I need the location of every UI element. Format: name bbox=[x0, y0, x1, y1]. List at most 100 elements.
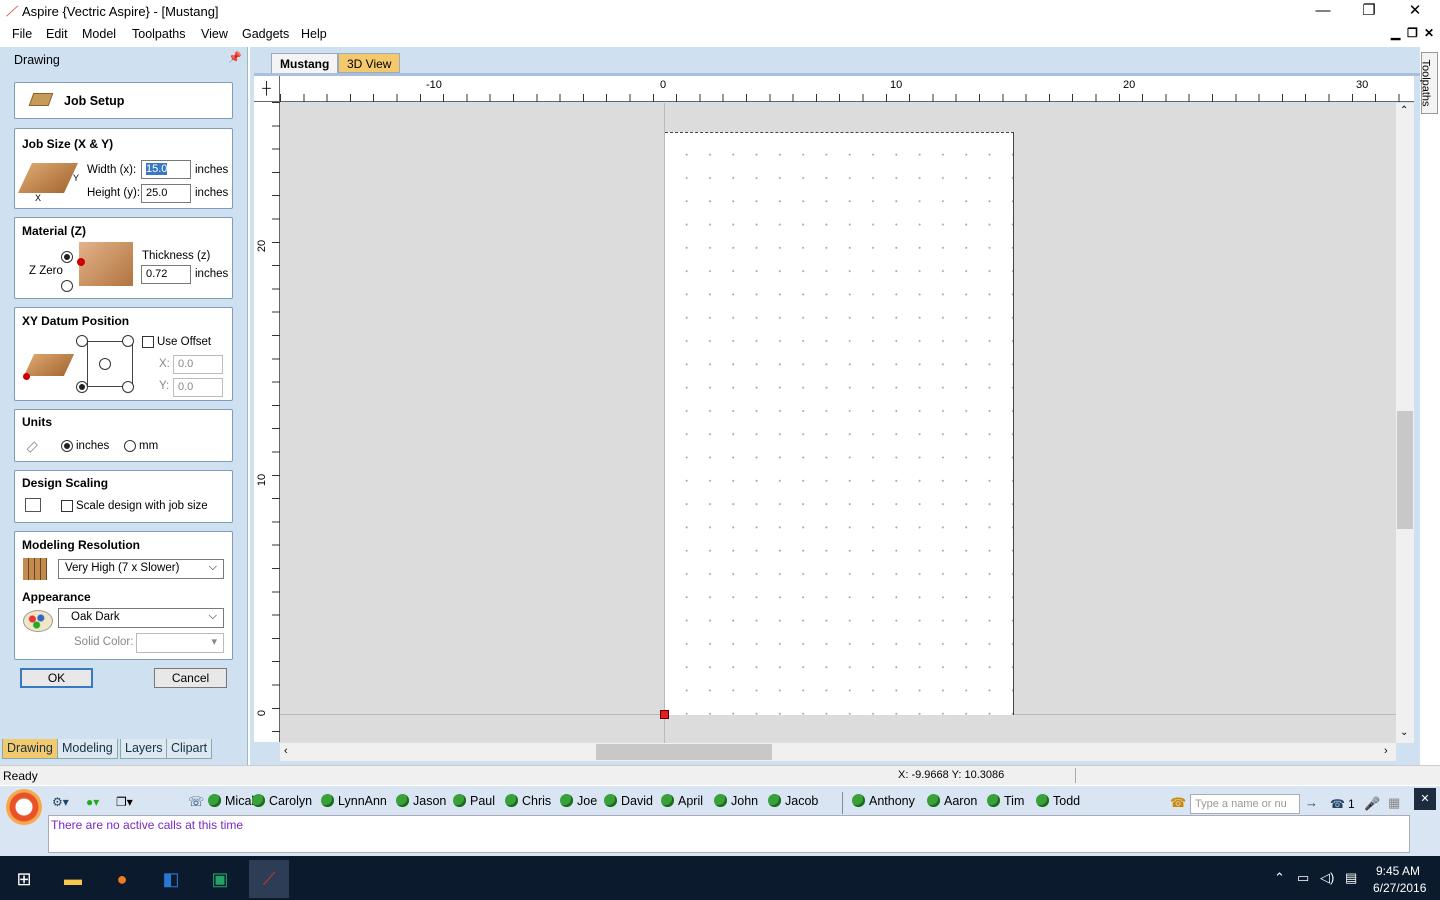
contact-lynnann[interactable]: LynnAnn bbox=[321, 794, 387, 812]
menu-edit[interactable]: Edit bbox=[46, 27, 68, 41]
contact-jacob[interactable]: Jacob bbox=[768, 794, 818, 812]
datum-top-right-radio[interactable] bbox=[122, 335, 134, 347]
dial-arrow-icon[interactable]: → bbox=[1305, 795, 1318, 810]
mic-mute-icon[interactable]: 🎤 bbox=[1364, 796, 1380, 812]
ruler-vertical: 20 10 0 bbox=[254, 102, 280, 742]
job-size-title: Job Size (X & Y) bbox=[22, 137, 114, 151]
toolpaths-side-tab[interactable]: Toolpaths bbox=[1420, 52, 1438, 114]
start-button-icon[interactable]: ⊞ bbox=[4, 860, 44, 898]
contact-joe[interactable]: Joe bbox=[560, 794, 597, 812]
menu-gadgets[interactable]: Gadgets bbox=[242, 27, 289, 41]
use-offset-checkbox[interactable] bbox=[142, 336, 154, 348]
cancel-button[interactable]: Cancel bbox=[154, 668, 227, 688]
phone-settings-icon[interactable]: ⚙▾ bbox=[52, 795, 69, 809]
z-zero-bottom-radio[interactable] bbox=[61, 280, 73, 292]
z-zero-top-radio[interactable] bbox=[61, 251, 73, 263]
clock-date[interactable]: 6/27/2016 bbox=[1373, 881, 1426, 895]
mdi-restore-button[interactable]: ❐ bbox=[1407, 26, 1418, 40]
thickness-input[interactable]: 0.72 bbox=[141, 265, 191, 284]
menu-help[interactable]: Help bbox=[301, 27, 327, 41]
mdi-minimize-button[interactable]: ▁ bbox=[1391, 26, 1400, 40]
excel-icon[interactable]: ▣ bbox=[200, 860, 240, 898]
horizontal-scroll-thumb[interactable] bbox=[596, 744, 772, 760]
solid-color-select[interactable]: ▾ bbox=[136, 633, 224, 653]
action-center-icon[interactable]: ▤ bbox=[1345, 870, 1357, 886]
firefox-icon[interactable]: ● bbox=[102, 860, 142, 898]
pin-icon[interactable]: 📌 bbox=[228, 51, 242, 64]
scroll-up-icon[interactable]: ⌃ bbox=[1400, 105, 1408, 116]
vertical-scroll-thumb[interactable] bbox=[1397, 411, 1413, 529]
contact-david[interactable]: David bbox=[604, 794, 653, 812]
units-inches-radio[interactable] bbox=[61, 440, 73, 452]
close-button[interactable]: ✕ bbox=[1392, 0, 1438, 24]
tab-drawing[interactable]: Drawing bbox=[2, 739, 58, 759]
tab-layers[interactable]: Layers bbox=[120, 739, 168, 759]
tab-mustang[interactable]: Mustang bbox=[271, 53, 339, 73]
phone-app-logo-icon[interactable] bbox=[6, 789, 42, 825]
dial-search-input[interactable]: Type a name or nu bbox=[1190, 794, 1300, 814]
dial-icon[interactable]: ☎ bbox=[1170, 795, 1186, 811]
contact-carolyn[interactable]: Carolyn bbox=[252, 794, 312, 812]
phone-icon bbox=[604, 794, 617, 807]
scale-design-label: Scale design with job size bbox=[76, 500, 208, 512]
drawing-canvas[interactable] bbox=[280, 103, 1396, 743]
network-icon[interactable]: ▭ bbox=[1297, 870, 1309, 886]
phone-close-button[interactable]: ✕ bbox=[1414, 788, 1436, 810]
ok-button[interactable]: OK bbox=[20, 668, 93, 688]
tab-clipart[interactable]: Clipart bbox=[166, 739, 213, 759]
volume-icon[interactable]: ◁) bbox=[1320, 870, 1334, 886]
minimize-button[interactable]: — bbox=[1300, 0, 1346, 24]
aspire-taskbar-icon[interactable]: ⟋ bbox=[249, 860, 289, 898]
menu-model[interactable]: Model bbox=[82, 27, 116, 41]
datum-top-left-radio[interactable] bbox=[76, 335, 88, 347]
contact-aaron[interactable]: Aaron bbox=[927, 794, 977, 812]
contact-todd[interactable]: Todd bbox=[1036, 794, 1080, 812]
mdi-close-button[interactable]: ✕ bbox=[1424, 26, 1434, 40]
menu-bar: File Edit Model Toolpaths View Gadgets H… bbox=[0, 24, 1440, 47]
calls-count-icon[interactable]: ☎ bbox=[1330, 797, 1345, 811]
contact-april[interactable]: April bbox=[661, 794, 703, 812]
clock-time[interactable]: 9:45 AM bbox=[1376, 864, 1420, 878]
scroll-down-icon[interactable]: ⌄ bbox=[1400, 727, 1408, 738]
menu-view[interactable]: View bbox=[201, 27, 228, 41]
scroll-right-icon[interactable]: › bbox=[1384, 745, 1388, 757]
tab-modeling[interactable]: Modeling bbox=[57, 739, 118, 759]
ruler-origin-icon[interactable]: ┼ bbox=[254, 76, 280, 102]
offset-x-input[interactable]: 0.0 bbox=[173, 355, 223, 374]
datum-bottom-left-radio[interactable] bbox=[76, 381, 88, 393]
contact-jason[interactable]: Jason bbox=[396, 794, 446, 812]
appearance-select[interactable]: Oak Dark ⌵ bbox=[58, 608, 224, 628]
outlook-icon[interactable]: ◧ bbox=[151, 860, 191, 898]
datum-bottom-right-radio[interactable] bbox=[122, 381, 134, 393]
contact-anthony[interactable]: Anthony bbox=[852, 794, 915, 812]
width-input[interactable]: 15.0 bbox=[141, 160, 191, 179]
height-input[interactable]: 25.0 bbox=[141, 184, 191, 203]
horizontal-scrollbar[interactable]: ‹ › bbox=[280, 743, 1396, 761]
width-unit: inches bbox=[195, 164, 229, 176]
contact-chris[interactable]: Chris bbox=[505, 794, 551, 812]
menu-file[interactable]: File bbox=[12, 27, 32, 41]
presence-icon[interactable]: ●▾ bbox=[86, 795, 99, 809]
resolution-select[interactable]: Very High (7 x Slower) ⌵ bbox=[58, 559, 224, 579]
restore-button[interactable]: ❐ bbox=[1346, 0, 1392, 24]
scroll-left-icon[interactable]: ‹ bbox=[284, 745, 288, 757]
contact-paul[interactable]: Paul bbox=[453, 794, 495, 812]
contact-tim[interactable]: Tim bbox=[987, 794, 1024, 812]
vertical-scrollbar[interactable]: ⌃ ⌄ bbox=[1396, 103, 1414, 743]
contact-john[interactable]: John bbox=[714, 794, 758, 812]
windows-icon[interactable]: ❐▾ bbox=[116, 795, 133, 809]
keypad-icon[interactable]: ▦ bbox=[1388, 795, 1400, 811]
file-explorer-icon[interactable]: ▬ bbox=[53, 860, 93, 898]
offset-y-input[interactable]: 0.0 bbox=[173, 378, 223, 397]
datum-center-radio[interactable] bbox=[99, 358, 111, 370]
phone-icon bbox=[852, 794, 865, 807]
contact-name: Chris bbox=[522, 794, 552, 808]
tab-3d-view[interactable]: 3D View bbox=[338, 53, 401, 73]
voicemail-icon[interactable]: ☏ bbox=[188, 794, 204, 810]
material-sheet[interactable] bbox=[665, 132, 1014, 715]
show-hidden-icons[interactable]: ⌃ bbox=[1274, 870, 1285, 886]
units-mm-radio[interactable] bbox=[124, 440, 136, 452]
scale-design-checkbox[interactable] bbox=[61, 500, 73, 512]
contact-micah[interactable]: Micah bbox=[208, 794, 258, 812]
menu-toolpaths[interactable]: Toolpaths bbox=[132, 27, 186, 41]
